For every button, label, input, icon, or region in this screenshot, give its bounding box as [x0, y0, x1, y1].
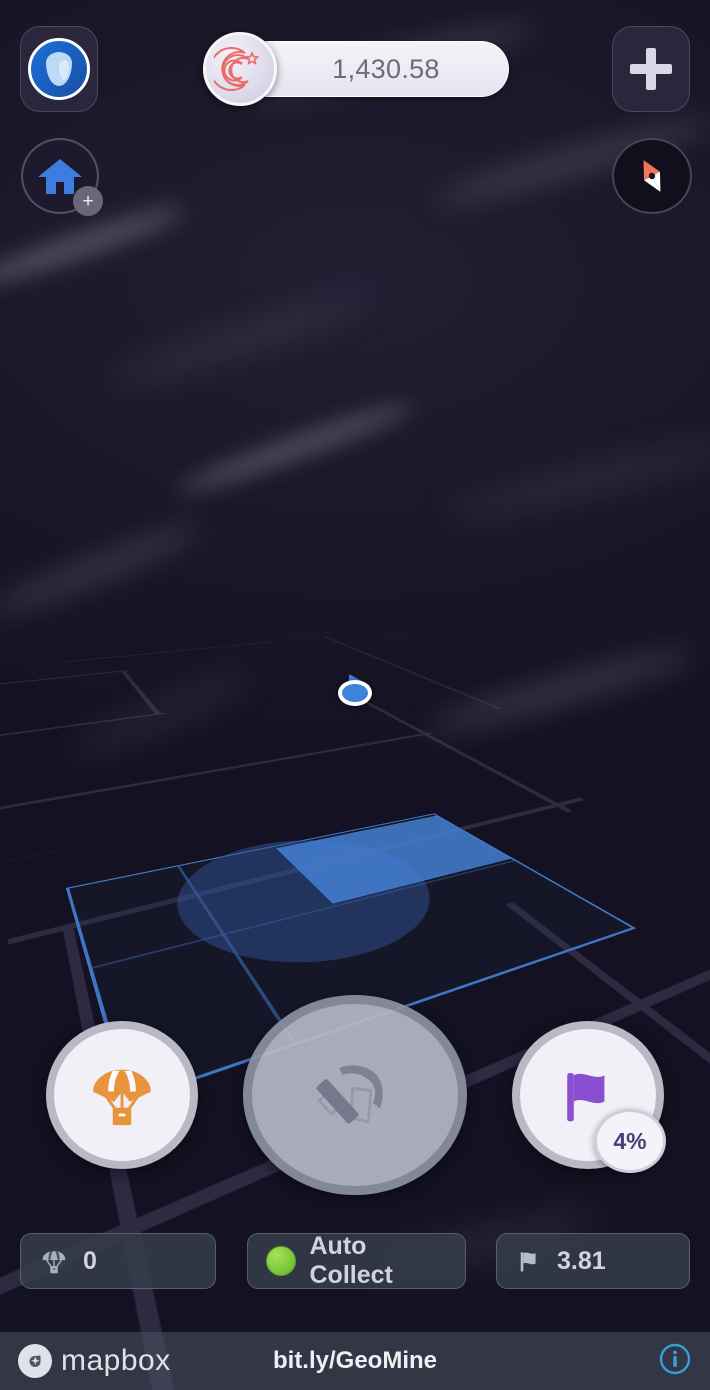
mine-action-button[interactable] — [243, 995, 467, 1195]
mapbox-wordmark: mapbox — [61, 1344, 171, 1377]
game-map-screen: 1,430.58 + 4% 0 Auto Collect 3.81 mapbox… — [0, 0, 710, 1390]
add-button[interactable] — [612, 26, 690, 112]
light-streak — [103, 287, 377, 393]
balance-value: 1,430.58 — [332, 53, 440, 84]
light-streak — [442, 434, 710, 526]
flag-progress-badge[interactable]: 4% — [594, 1109, 666, 1173]
water-drop-icon — [28, 38, 90, 100]
status-chip-airdrops[interactable]: 0 — [20, 1233, 216, 1289]
light-streak — [0, 517, 206, 623]
airdrop-count: 0 — [83, 1246, 97, 1275]
status-chip-auto-collect[interactable]: Auto Collect — [246, 1232, 466, 1289]
pickaxe-icon — [316, 1065, 383, 1124]
flag-icon — [520, 1252, 536, 1272]
light-streak — [174, 395, 416, 501]
compass-icon — [643, 160, 661, 192]
crescent-star-coin-icon — [203, 32, 277, 106]
parachute-icon — [93, 1069, 151, 1126]
action-button-row: 4% — [0, 995, 710, 1195]
map-attribution-bar: mapbox bit.ly/GeoMine — [0, 1332, 710, 1390]
mapbox-logo[interactable]: mapbox — [18, 1344, 171, 1378]
mapbox-mark-icon — [18, 1344, 52, 1378]
green-status-dot — [265, 1246, 296, 1276]
water-resource-button[interactable] — [20, 26, 98, 112]
user-position-dot — [338, 680, 372, 706]
token-balance-widget[interactable]: 1,430.58 — [203, 32, 509, 106]
flag-count: 3.81 — [557, 1246, 606, 1275]
info-circle-icon[interactable] — [658, 1342, 692, 1381]
airdrop-action-button[interactable] — [46, 1021, 198, 1169]
home-base-button[interactable]: + — [21, 138, 103, 216]
home-add-badge[interactable]: + — [73, 186, 103, 216]
status-chip-flags[interactable]: 3.81 — [496, 1233, 690, 1289]
compass-button[interactable] — [612, 138, 692, 214]
status-chip-row: 0 Auto Collect 3.81 — [0, 1232, 710, 1289]
balance-pill[interactable]: 1,430.58 — [241, 41, 509, 97]
flag-action-button[interactable]: 4% — [512, 1021, 666, 1173]
plus-icon — [630, 48, 672, 90]
auto-collect-label: Auto Collect — [309, 1232, 393, 1289]
parachute-icon — [42, 1251, 66, 1274]
